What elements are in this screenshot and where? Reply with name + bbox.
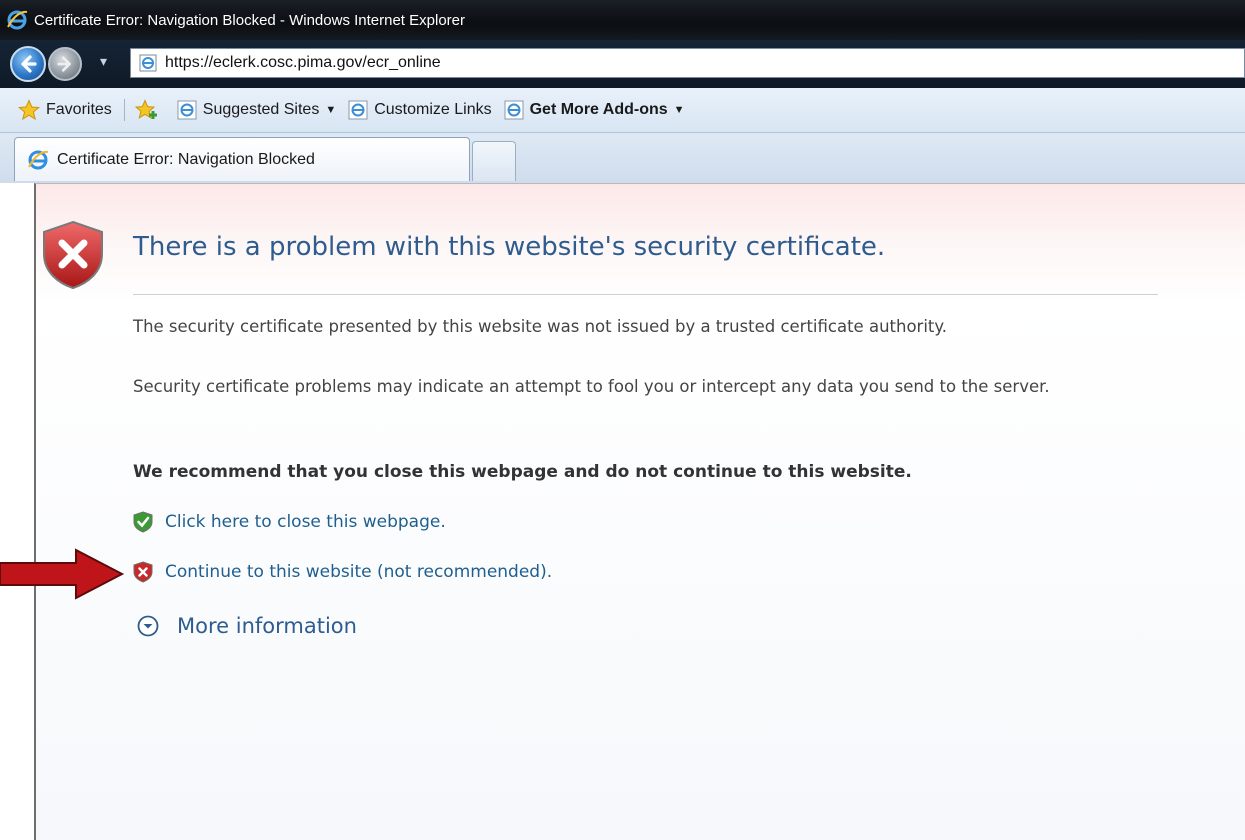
address-text: https://eclerk.cosc.pima.gov/ecr_online: [165, 54, 441, 71]
security-warning-text: Security certificate problems may indica…: [133, 377, 1050, 396]
red-shield-x-icon: [133, 561, 153, 583]
tab-strip: Certificate Error: Navigation Blocked: [0, 133, 1245, 183]
add-favorites-icon: [134, 99, 157, 119]
tab-label: Certificate Error: Navigation Blocked: [57, 150, 315, 168]
close-webpage-label: Click here to close this webpage.: [165, 512, 446, 532]
forward-button[interactable]: [48, 47, 82, 81]
ie-page-icon: [348, 100, 368, 120]
suggested-sites-label: Suggested Sites: [202, 101, 320, 118]
red-shield-x-icon: [43, 220, 103, 290]
back-button[interactable]: [10, 46, 46, 82]
ie-page-icon: [504, 100, 524, 120]
forward-arrow-icon: [57, 56, 71, 72]
suggested-sites-link[interactable]: Suggested Sites ▼: [177, 100, 336, 120]
ie-page-icon: [139, 54, 157, 72]
get-more-addons-label: Get More Add-ons: [529, 101, 668, 118]
continue-website-label: Continue to this website (not recommende…: [165, 562, 553, 582]
new-tab-button[interactable]: [472, 141, 516, 181]
certificate-explanation: The security certificate presented by th…: [133, 317, 948, 336]
favorites-button[interactable]: Favorites: [18, 99, 112, 121]
tab-certificate-error[interactable]: Certificate Error: Navigation Blocked: [14, 137, 470, 181]
chevron-down-icon: ▾: [100, 54, 108, 70]
error-page-content: There is a problem with this website's s…: [34, 183, 1245, 840]
star-icon: [18, 99, 40, 121]
get-more-addons-link[interactable]: Get More Add-ons ▼: [504, 100, 685, 120]
recent-pages-dropdown[interactable]: ▾: [100, 54, 107, 70]
ie-logo-icon: [28, 150, 49, 169]
favorites-bar: Favorites Suggested Sites ▼ Customize Li…: [0, 88, 1245, 133]
recommendation-text: We recommend that you close this webpage…: [133, 462, 912, 482]
back-arrow-icon: [21, 55, 37, 73]
favorites-separator: [123, 99, 125, 121]
chevron-down-icon: ▼: [673, 104, 685, 116]
more-information-toggle[interactable]: More information: [137, 614, 357, 638]
divider: [133, 294, 1158, 295]
continue-to-website-link[interactable]: Continue to this website (not recommende…: [133, 561, 552, 583]
window-title: Certificate Error: Navigation Blocked - …: [34, 11, 466, 29]
page-title: There is a problem with this website's s…: [133, 232, 886, 262]
customize-links-label: Customize Links: [374, 101, 492, 118]
red-arrow-icon: [0, 548, 125, 600]
favorites-label: Favorites: [46, 101, 112, 118]
close-webpage-link[interactable]: Click here to close this webpage.: [133, 511, 446, 533]
window-titlebar: Certificate Error: Navigation Blocked - …: [0, 0, 1245, 40]
green-shield-check-icon: [133, 511, 153, 533]
customize-links-link[interactable]: Customize Links: [348, 100, 492, 120]
address-bar[interactable]: https://eclerk.cosc.pima.gov/ecr_online: [130, 48, 1245, 78]
add-favorites-button[interactable]: [134, 99, 165, 121]
chevron-down-circle-icon: [137, 615, 159, 637]
more-information-label: More information: [177, 614, 357, 638]
ie-page-icon: [177, 100, 197, 120]
navigation-bar: ▾ https://eclerk.cosc.pima.gov/ecr_onlin…: [0, 40, 1245, 88]
ie-logo-icon: [7, 10, 28, 30]
chevron-down-icon: ▼: [325, 104, 337, 116]
